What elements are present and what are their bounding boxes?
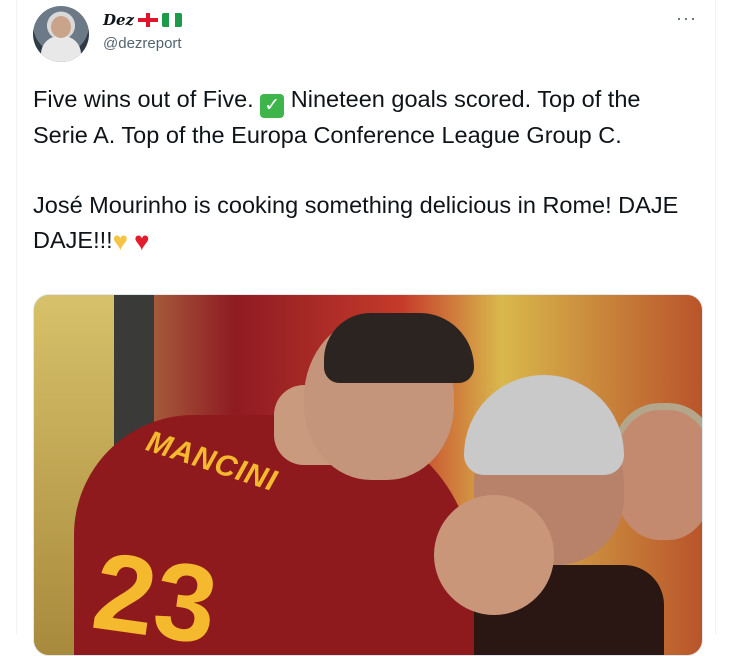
- nigeria-flag-icon: [162, 13, 183, 27]
- shirt-number: 23: [86, 529, 225, 656]
- avatar-body: [41, 36, 81, 62]
- tweet-paragraph-1: Five wins out of Five. ✓ Nineteen goals …: [33, 82, 701, 153]
- check-mark-icon: ✓: [260, 94, 285, 118]
- author-name-row[interactable]: Dez: [103, 11, 183, 29]
- england-flag-icon: [138, 13, 159, 27]
- coach-hand: [434, 495, 554, 615]
- tweet-photo[interactable]: MANCINI 23: [33, 294, 703, 656]
- more-options-icon[interactable]: ···: [676, 8, 697, 29]
- player-hair: [324, 313, 474, 383]
- bystander-head: [614, 410, 702, 540]
- tweet-text-part-3: José Mourinho is cooking something delic…: [33, 192, 679, 253]
- avatar-face: [51, 16, 71, 38]
- author-handle[interactable]: @dezreport: [103, 35, 182, 52]
- red-heart-icon: ♥: [134, 226, 150, 256]
- coach-hair: [464, 375, 624, 475]
- yellow-heart-icon: ♥: [112, 226, 129, 256]
- tweet-text-part-1: Five wins out of Five.: [33, 86, 254, 112]
- tweet-text: Five wins out of Five. ✓ Nineteen goals …: [33, 82, 701, 259]
- tweet-card: Dez @dezreport ··· Five wins out of Five…: [16, 0, 716, 656]
- avatar[interactable]: [33, 6, 89, 62]
- tweet-paragraph-2: José Mourinho is cooking something delic…: [33, 188, 701, 259]
- display-name[interactable]: Dez: [103, 11, 134, 29]
